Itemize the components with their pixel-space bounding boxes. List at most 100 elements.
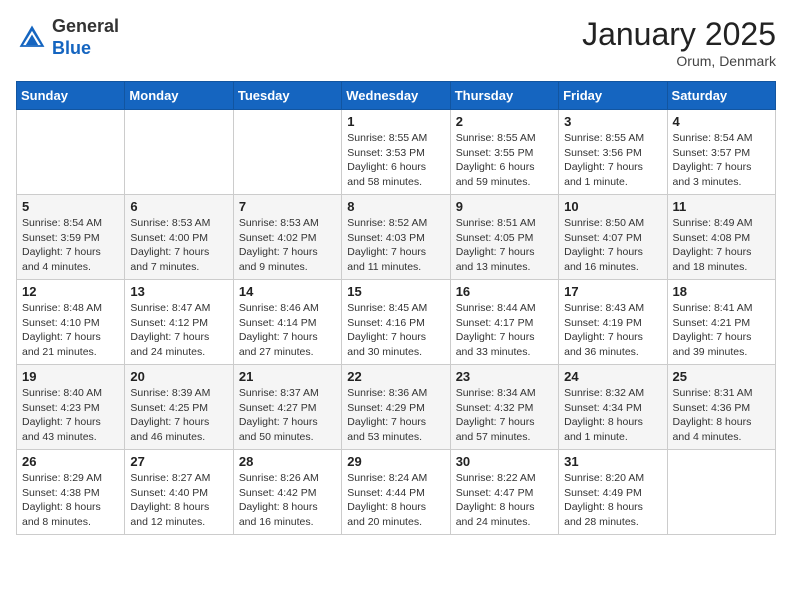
day-info: Sunrise: 8:54 AM Sunset: 3:57 PM Dayligh…	[673, 131, 770, 190]
calendar-cell: 2Sunrise: 8:55 AM Sunset: 3:55 PM Daylig…	[450, 110, 558, 195]
calendar-cell	[17, 110, 125, 195]
logo-blue: Blue	[52, 38, 119, 60]
calendar-table: SundayMondayTuesdayWednesdayThursdayFrid…	[16, 81, 776, 535]
calendar-cell: 28Sunrise: 8:26 AM Sunset: 4:42 PM Dayli…	[233, 450, 341, 535]
day-number: 15	[347, 284, 444, 299]
calendar-cell: 9 Sunrise: 8:51 AM Sunset: 4:05 PM Daylig…	[450, 195, 558, 280]
calendar-cell: 16 Sunrise: 8:44 AM Sunset: 4:17 PM Dayli…	[450, 280, 558, 365]
calendar-cell: 21 Sunrise: 8:37 AM Sunset: 4:27 PM Dayli…	[233, 365, 341, 450]
day-info: Sunrise: 8:53 AM Sunset: 4:02 PM Dayligh…	[239, 216, 336, 275]
calendar-cell: 14 Sunrise: 8:46 AM Sunset: 4:14 PM Dayli…	[233, 280, 341, 365]
calendar-cell	[233, 110, 341, 195]
calendar-cell: 31Sunrise: 8:20 AM Sunset: 4:49 PM Dayli…	[559, 450, 667, 535]
calendar-cell: 13 Sunrise: 8:47 AM Sunset: 4:12 PM Dayli…	[125, 280, 233, 365]
day-info: Sunrise: 8:54 AM Sunset: 3:59 PM Dayligh…	[22, 216, 119, 275]
calendar-cell	[667, 450, 775, 535]
day-number: 12	[22, 284, 119, 299]
calendar-cell: 27 Sunrise: 8:27 AM Sunset: 4:40 PM Dayli…	[125, 450, 233, 535]
day-info: Sunrise: 8:24 AM Sunset: 4:44 PM Dayligh…	[347, 471, 444, 530]
location: Orum, Denmark	[582, 53, 776, 69]
calendar-cell: 11 Sunrise: 8:49 AM Sunset: 4:08 PM Dayli…	[667, 195, 775, 280]
day-info: Sunrise: 8:43 AM Sunset: 4:19 PM Dayligh…	[564, 301, 661, 360]
calendar-cell: 4Sunrise: 8:54 AM Sunset: 3:57 PM Daylig…	[667, 110, 775, 195]
day-info: Sunrise: 8:37 AM Sunset: 4:27 PM Dayligh…	[239, 386, 336, 445]
day-info: Sunrise: 8:48 AM Sunset: 4:10 PM Dayligh…	[22, 301, 119, 360]
day-info: Sunrise: 8:39 AM Sunset: 4:25 PM Dayligh…	[130, 386, 227, 445]
day-info: Sunrise: 8:31 AM Sunset: 4:36 PM Dayligh…	[673, 386, 770, 445]
day-number: 3	[564, 114, 661, 129]
day-number: 27	[130, 454, 227, 469]
day-number: 28	[239, 454, 336, 469]
calendar-cell: 29 Sunrise: 8:24 AM Sunset: 4:44 PM Dayli…	[342, 450, 450, 535]
day-number: 9	[456, 199, 553, 214]
day-info: Sunrise: 8:47 AM Sunset: 4:12 PM Dayligh…	[130, 301, 227, 360]
day-number: 22	[347, 369, 444, 384]
weekday-header-friday: Friday	[559, 82, 667, 110]
day-number: 14	[239, 284, 336, 299]
day-info: Sunrise: 8:29 AM Sunset: 4:38 PM Dayligh…	[22, 471, 119, 530]
title-block: January 2025 Orum, Denmark	[582, 16, 776, 69]
calendar-cell: 6Sunrise: 8:53 AM Sunset: 4:00 PM Daylig…	[125, 195, 233, 280]
day-info: Sunrise: 8:44 AM Sunset: 4:17 PM Dayligh…	[456, 301, 553, 360]
day-info: Sunrise: 8:22 AM Sunset: 4:47 PM Dayligh…	[456, 471, 553, 530]
logo: General Blue	[16, 16, 119, 59]
day-info: Sunrise: 8:46 AM Sunset: 4:14 PM Dayligh…	[239, 301, 336, 360]
calendar-cell: 22 Sunrise: 8:36 AM Sunset: 4:29 PM Dayli…	[342, 365, 450, 450]
day-number: 19	[22, 369, 119, 384]
day-number: 18	[673, 284, 770, 299]
day-number: 29	[347, 454, 444, 469]
day-number: 10	[564, 199, 661, 214]
day-number: 26	[22, 454, 119, 469]
calendar-cell: 7 Sunrise: 8:53 AM Sunset: 4:02 PM Daylig…	[233, 195, 341, 280]
day-number: 21	[239, 369, 336, 384]
day-number: 8	[347, 199, 444, 214]
day-info: Sunrise: 8:53 AM Sunset: 4:00 PM Dayligh…	[130, 216, 227, 275]
calendar-cell: 8 Sunrise: 8:52 AM Sunset: 4:03 PM Daylig…	[342, 195, 450, 280]
weekday-header-saturday: Saturday	[667, 82, 775, 110]
day-info: Sunrise: 8:20 AM Sunset: 4:49 PM Dayligh…	[564, 471, 661, 530]
day-number: 24	[564, 369, 661, 384]
day-info: Sunrise: 8:45 AM Sunset: 4:16 PM Dayligh…	[347, 301, 444, 360]
day-info: Sunrise: 8:32 AM Sunset: 4:34 PM Dayligh…	[564, 386, 661, 445]
day-number: 11	[673, 199, 770, 214]
weekday-header-monday: Monday	[125, 82, 233, 110]
calendar-cell: 24 Sunrise: 8:32 AM Sunset: 4:34 PM Dayli…	[559, 365, 667, 450]
day-number: 13	[130, 284, 227, 299]
day-info: Sunrise: 8:27 AM Sunset: 4:40 PM Dayligh…	[130, 471, 227, 530]
day-info: Sunrise: 8:34 AM Sunset: 4:32 PM Dayligh…	[456, 386, 553, 445]
logo-general: General	[52, 16, 119, 38]
weekday-header-wednesday: Wednesday	[342, 82, 450, 110]
day-info: Sunrise: 8:52 AM Sunset: 4:03 PM Dayligh…	[347, 216, 444, 275]
day-number: 20	[130, 369, 227, 384]
day-number: 1	[347, 114, 444, 129]
weekday-header-thursday: Thursday	[450, 82, 558, 110]
day-info: Sunrise: 8:49 AM Sunset: 4:08 PM Dayligh…	[673, 216, 770, 275]
weekday-header-sunday: Sunday	[17, 82, 125, 110]
day-info: Sunrise: 8:36 AM Sunset: 4:29 PM Dayligh…	[347, 386, 444, 445]
day-number: 17	[564, 284, 661, 299]
calendar-cell: 30 Sunrise: 8:22 AM Sunset: 4:47 PM Dayli…	[450, 450, 558, 535]
day-info: Sunrise: 8:55 AM Sunset: 3:56 PM Dayligh…	[564, 131, 661, 190]
calendar-cell: 10 Sunrise: 8:50 AM Sunset: 4:07 PM Dayli…	[559, 195, 667, 280]
day-number: 16	[456, 284, 553, 299]
day-number: 30	[456, 454, 553, 469]
month-title: January 2025	[582, 16, 776, 53]
calendar-cell: 5Sunrise: 8:54 AM Sunset: 3:59 PM Daylig…	[17, 195, 125, 280]
day-info: Sunrise: 8:51 AM Sunset: 4:05 PM Dayligh…	[456, 216, 553, 275]
calendar-cell: 1 Sunrise: 8:55 AM Sunset: 3:53 PM Daylig…	[342, 110, 450, 195]
calendar-cell: 20 Sunrise: 8:39 AM Sunset: 4:25 PM Dayli…	[125, 365, 233, 450]
calendar-cell: 26 Sunrise: 8:29 AM Sunset: 4:38 PM Dayli…	[17, 450, 125, 535]
day-info: Sunrise: 8:55 AM Sunset: 3:53 PM Dayligh…	[347, 131, 444, 190]
calendar-cell: 25Sunrise: 8:31 AM Sunset: 4:36 PM Dayli…	[667, 365, 775, 450]
calendar-cell: 18Sunrise: 8:41 AM Sunset: 4:21 PM Dayli…	[667, 280, 775, 365]
weekday-header-tuesday: Tuesday	[233, 82, 341, 110]
calendar-cell: 12 Sunrise: 8:48 AM Sunset: 4:10 PM Dayli…	[17, 280, 125, 365]
day-number: 7	[239, 199, 336, 214]
day-info: Sunrise: 8:50 AM Sunset: 4:07 PM Dayligh…	[564, 216, 661, 275]
day-info: Sunrise: 8:40 AM Sunset: 4:23 PM Dayligh…	[22, 386, 119, 445]
page-header: General Blue January 2025 Orum, Denmark	[16, 16, 776, 69]
calendar-cell: 17 Sunrise: 8:43 AM Sunset: 4:19 PM Dayli…	[559, 280, 667, 365]
day-info: Sunrise: 8:55 AM Sunset: 3:55 PM Dayligh…	[456, 131, 553, 190]
calendar-cell: 15 Sunrise: 8:45 AM Sunset: 4:16 PM Dayli…	[342, 280, 450, 365]
calendar-cell: 3 Sunrise: 8:55 AM Sunset: 3:56 PM Daylig…	[559, 110, 667, 195]
